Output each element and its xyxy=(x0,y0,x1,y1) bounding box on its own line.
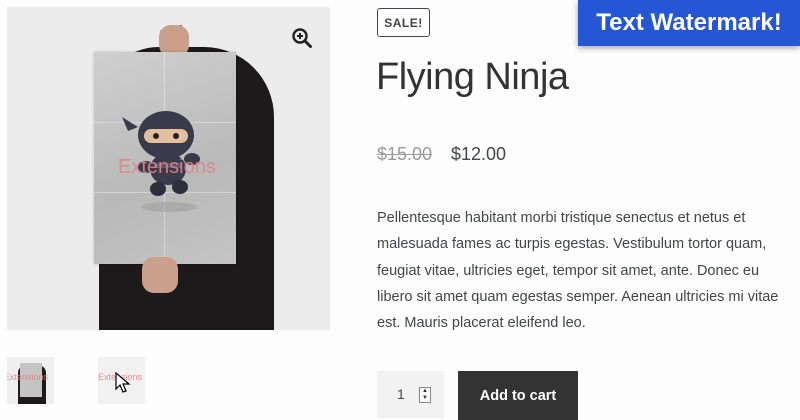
sale-price: $12.00 xyxy=(451,144,507,164)
product-main-image[interactable]: Extensions xyxy=(7,7,330,330)
quantity-spinner[interactable]: ▲ ▼ xyxy=(419,387,431,403)
bottom-hand xyxy=(142,257,178,293)
decrement-arrow-icon[interactable]: ▼ xyxy=(420,395,430,402)
add-to-cart-button[interactable]: Add to cart xyxy=(458,371,578,420)
regular-price: $15.00 xyxy=(377,144,433,164)
thumbnail-watermark-text: Extensions xyxy=(7,372,49,382)
increment-arrow-icon[interactable]: ▲ xyxy=(420,388,430,395)
product-title: Flying Ninja xyxy=(376,56,569,98)
ninja-poster: Extensions xyxy=(94,52,236,264)
image-watermark-text: Extensions xyxy=(118,156,216,178)
quantity-value[interactable]: 1 xyxy=(397,386,405,402)
sale-badge: Sale! xyxy=(377,8,430,37)
product-short-description: Pellentesque habitant morbi tristique se… xyxy=(377,210,779,332)
quantity-stepper[interactable]: 1 ▲ ▼ xyxy=(377,371,444,418)
text-watermark-banner: Text Watermark! xyxy=(578,0,800,46)
gallery-thumbnail-1[interactable]: Extensions xyxy=(7,357,54,404)
zoom-in-icon[interactable] xyxy=(291,27,313,49)
mouse-cursor-icon xyxy=(115,372,131,393)
